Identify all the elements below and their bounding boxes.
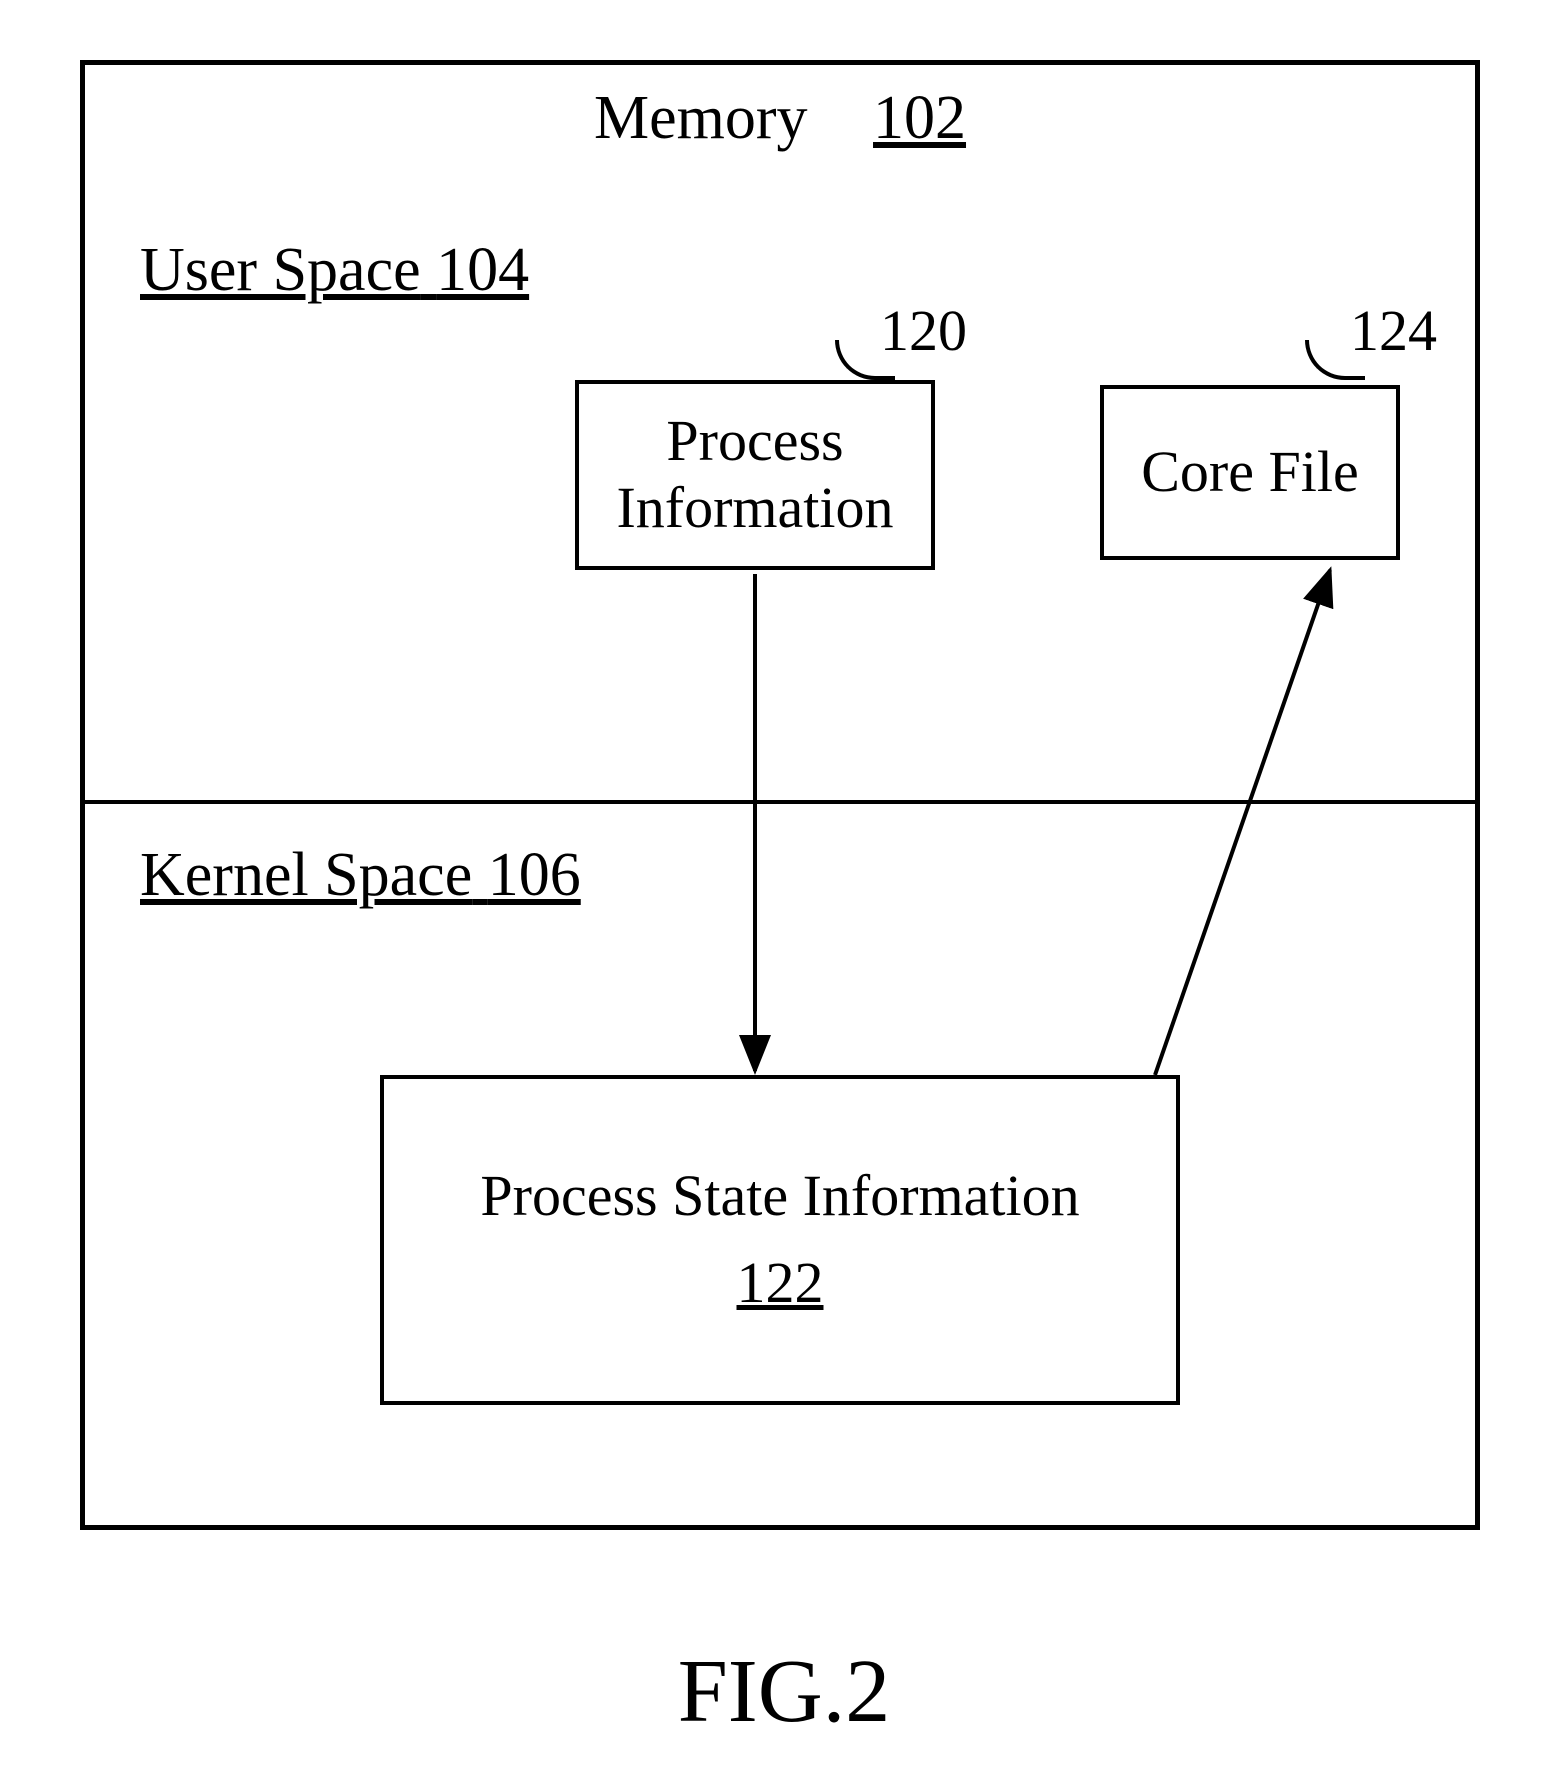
kernel-space-ref: 106 <box>488 841 581 909</box>
figure-caption: FIG.2 <box>0 1640 1568 1743</box>
core-file-box: Core File <box>1100 385 1400 560</box>
space-divider <box>85 800 1475 804</box>
title-text: Memory <box>594 84 808 152</box>
core-file-text: Core File <box>1141 439 1358 506</box>
kernel-space-text: Kernel Space <box>140 841 472 909</box>
callout-ref-120: 120 <box>880 297 967 364</box>
proc-info-line1: Process <box>666 408 843 475</box>
memory-diagram: Memory 102 User Space 104 Kernel Space 1… <box>80 60 1480 1530</box>
user-space-text: User Space <box>140 236 421 304</box>
process-information-box: Process Information <box>575 380 935 570</box>
title-ref: 102 <box>873 84 966 152</box>
user-space-label: User Space 104 <box>140 235 529 306</box>
arrow-procstate-to-corefile <box>1155 570 1330 1075</box>
proc-info-line2: Information <box>616 475 893 542</box>
proc-state-text: Process State Information <box>480 1163 1079 1230</box>
kernel-space-label: Kernel Space 106 <box>140 840 581 911</box>
process-state-information-box: Process State Information 122 <box>380 1075 1180 1405</box>
proc-state-ref: 122 <box>737 1250 824 1317</box>
diagram-title: Memory 102 <box>85 83 1475 154</box>
callout-ref-124: 124 <box>1350 297 1437 364</box>
user-space-ref: 104 <box>436 236 529 304</box>
